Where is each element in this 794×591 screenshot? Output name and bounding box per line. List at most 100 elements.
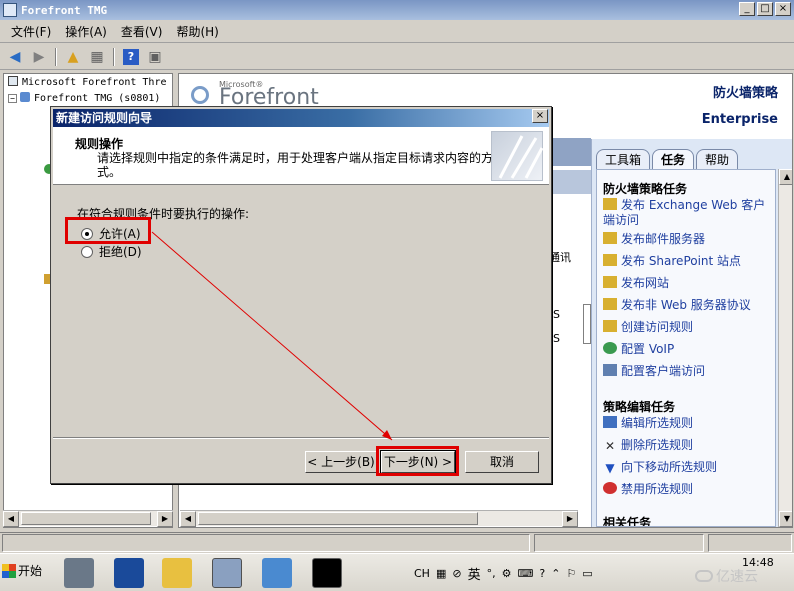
ime-mode[interactable]: 英	[468, 564, 481, 583]
network-icon[interactable]	[262, 558, 292, 588]
close-button[interactable]: ×	[775, 2, 791, 16]
scroll-left-icon[interactable]: ◀	[180, 511, 196, 527]
task-disable-rule[interactable]: 禁用所选规则	[603, 482, 773, 497]
start-button[interactable]: 开始	[2, 562, 42, 579]
task-create-access-rule[interactable]: 创建访问规则	[603, 320, 773, 335]
scroll-thumb[interactable]	[21, 512, 151, 525]
phone-icon	[603, 342, 617, 354]
server-icon	[20, 92, 30, 102]
new-access-rule-wizard: 新建访问规则向导 × 规则操作 请选择规则中指定的条件满足时，用于处理客户端从指…	[50, 106, 552, 484]
task-configure-voip[interactable]: 配置 VoIP	[603, 342, 773, 357]
scroll-thumb[interactable]	[198, 512, 478, 525]
delete-icon: ✕	[604, 439, 616, 453]
cell: S	[553, 332, 560, 345]
back-icon[interactable]: ◀	[4, 47, 26, 67]
task-list: 防火墙策略任务 发布 Exchange Web 客户端访问 发布邮件服务器 发布…	[596, 169, 776, 527]
flag-icon[interactable]: ⚐	[566, 567, 576, 580]
network-tray-icon[interactable]: ▭	[582, 567, 592, 580]
dialog-close-button[interactable]: ×	[532, 109, 548, 123]
arrow-down-icon: ▼	[605, 461, 615, 475]
task-panel: 工具箱 任务 帮助 防火墙策略任务 发布 Exchange Web 客户端访问 …	[591, 139, 792, 527]
cell: S	[553, 308, 560, 321]
rule-icon	[603, 320, 617, 332]
show-hidden-icon[interactable]: ⌃	[551, 567, 560, 580]
publish-icon	[603, 232, 617, 244]
back-button[interactable]: < 上一步(B)	[305, 451, 377, 473]
punctuation-icon[interactable]: °,	[487, 567, 496, 580]
disable-icon	[603, 482, 617, 494]
tmg-console-icon[interactable]	[212, 558, 242, 588]
ime-status-icon[interactable]: ⊘	[452, 567, 461, 580]
publish-icon	[603, 276, 617, 288]
maximize-button[interactable]: □	[757, 2, 773, 16]
task-publish-exchange[interactable]: 发布 Exchange Web 客户端访问	[603, 198, 773, 228]
system-tray: CH ▦ ⊘ 英 °, ⚙ ⌨ ? ⌃ ⚐ ▭	[414, 564, 593, 583]
scroll-up-icon[interactable]: ▲	[779, 169, 792, 185]
task-delete-rule[interactable]: ✕ 删除所选规则	[603, 438, 773, 453]
task-publish-non-web[interactable]: 发布非 Web 服务器协议	[603, 298, 773, 313]
powershell-icon[interactable]	[114, 558, 144, 588]
language-indicator[interactable]: CH	[414, 567, 430, 580]
up-folder-icon[interactable]: ▲	[62, 47, 84, 67]
column-header[interactable]: 通讯	[549, 249, 571, 265]
window-titlebar[interactable]: Forefront TMG _ □ ×	[0, 0, 794, 20]
cmd-icon[interactable]	[312, 558, 342, 588]
allow-radio[interactable]: 允许(A)	[81, 225, 141, 242]
wizard-banner-icon	[491, 131, 544, 181]
tab-tasks[interactable]: 任务	[652, 149, 695, 169]
deny-label: 拒绝(D)	[99, 245, 142, 259]
publish-icon	[603, 198, 617, 210]
deny-radio[interactable]: 拒绝(D)	[81, 243, 142, 260]
task-edit-rule[interactable]: 编辑所选规则	[603, 416, 773, 431]
scroll-left-icon[interactable]: ◀	[3, 511, 19, 527]
status-bar	[0, 532, 794, 552]
minimize-button[interactable]: _	[739, 2, 755, 16]
scroll-right-icon[interactable]: ▶	[157, 511, 173, 527]
ime-settings-icon[interactable]: ⚙	[502, 567, 512, 580]
task-publish-sharepoint[interactable]: 发布 SharePoint 站点	[603, 254, 773, 269]
watermark: 亿速云	[695, 566, 758, 586]
properties-icon[interactable]: ▦	[86, 47, 108, 67]
section-firewall-tasks: 防火墙策略任务	[603, 182, 688, 196]
menu-view[interactable]: 查看(V)	[114, 23, 170, 40]
allow-label: 允许(A)	[99, 227, 141, 241]
app-icon	[3, 3, 17, 17]
radio-dot[interactable]	[81, 245, 93, 258]
server-manager-icon[interactable]	[64, 558, 94, 588]
collapse-icon[interactable]: −	[8, 94, 17, 103]
menu-help[interactable]: 帮助(H)	[169, 23, 225, 40]
tray-help-icon[interactable]: ?	[539, 567, 545, 580]
publish-icon	[603, 254, 617, 266]
dialog-titlebar[interactable]: 新建访问规则向导	[53, 109, 549, 127]
dialog-step-title: 规则操作	[75, 137, 124, 151]
splitter-handle[interactable]	[583, 304, 591, 344]
radio-dot[interactable]	[81, 227, 93, 240]
task-publish-website[interactable]: 发布网站	[603, 276, 773, 291]
scroll-down-icon[interactable]: ▼	[779, 511, 792, 527]
windows-logo-icon	[2, 563, 16, 578]
tree-root[interactable]: Microsoft Forefront Thre	[8, 76, 167, 88]
ime-icon[interactable]: ▦	[436, 567, 446, 580]
next-button[interactable]: 下一步(N) >	[380, 450, 456, 474]
dialog-header: 规则操作 请选择规则中指定的条件满足时，用于处理客户端从指定目标请求内容的方式。	[53, 127, 549, 185]
view-icon[interactable]: ▣	[144, 47, 166, 67]
details-hscrollbar[interactable]: ◀ ▶	[180, 510, 578, 527]
menu-file[interactable]: 文件(F)	[4, 23, 58, 40]
menubar: 文件(F) 操作(A) 查看(V) 帮助(H)	[0, 21, 794, 43]
explorer-icon[interactable]	[162, 558, 192, 588]
tab-help[interactable]: 帮助	[696, 149, 739, 169]
tree-node-server[interactable]: − Forefront TMG (s0801)	[8, 92, 160, 104]
task-configure-client-access[interactable]: 配置客户端访问	[603, 364, 773, 379]
keyboard-icon[interactable]: ⌨	[517, 567, 533, 580]
header-edition: Enterprise	[701, 112, 778, 127]
tree-hscrollbar[interactable]: ◀ ▶	[3, 510, 173, 527]
help-icon[interactable]: ?	[120, 47, 142, 67]
task-publish-mail[interactable]: 发布邮件服务器	[603, 232, 773, 247]
tab-toolbox[interactable]: 工具箱	[596, 149, 651, 169]
task-move-down-rule[interactable]: ▼ 向下移动所选规则	[603, 460, 773, 475]
menu-action[interactable]: 操作(A)	[58, 23, 114, 40]
task-panel-scrollbar[interactable]: ▲ ▼	[778, 169, 792, 527]
scroll-right-icon[interactable]: ▶	[562, 511, 578, 527]
cancel-button[interactable]: 取消	[465, 451, 539, 473]
forward-icon[interactable]: ▶	[28, 47, 50, 67]
